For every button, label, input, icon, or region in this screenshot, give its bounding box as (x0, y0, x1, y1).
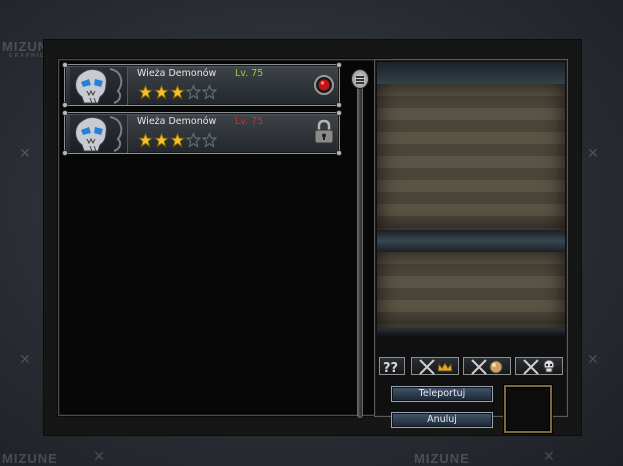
preview-frame-divider (377, 230, 565, 252)
svg-text:??: ?? (383, 361, 398, 376)
dungeon-level: Lv. 75 (235, 116, 264, 127)
crossed-swords-crown-icon (419, 359, 453, 375)
demon-skull-portrait-icon (70, 115, 128, 153)
row-rivet-icon (336, 110, 342, 116)
watermark-logo: MIZUNE (2, 452, 58, 465)
preview-frame-top (377, 62, 565, 84)
row-rivet-icon (336, 62, 342, 68)
difficulty-stars (138, 132, 217, 150)
watermark-cross-icon: ✕ (587, 146, 599, 162)
scroll-thumb[interactable] (351, 69, 369, 89)
row-rivet-icon (62, 62, 68, 68)
star-filled-icon (138, 84, 153, 100)
mode-slot[interactable] (515, 357, 563, 375)
crossed-swords-orb-icon (471, 359, 503, 375)
row-rivet-icon (336, 150, 342, 156)
watermark-cross-icon: ✕ (19, 146, 31, 162)
row-rivet-icon (336, 102, 342, 108)
dungeon-window: Wieża Demonów Lv. 75 Wieża Demonów Lv. 7… (44, 40, 581, 435)
demon-skull-portrait-icon (70, 67, 128, 105)
star-filled-icon (154, 84, 169, 100)
watermark-brand: MIZUNE (414, 451, 470, 466)
mode-slot[interactable] (411, 357, 459, 375)
dungeon-preview-image (377, 252, 565, 328)
reward-item-slot[interactable] (504, 385, 552, 433)
star-empty-icon (202, 84, 217, 100)
star-filled-icon (154, 132, 169, 148)
teleport-button[interactable]: Teleportuj (391, 386, 493, 402)
dungeon-details-panel: ?? Teleportuj Anuluj (374, 59, 568, 433)
thumb-grip-icon (356, 79, 364, 81)
list-scrollbar[interactable] (357, 72, 363, 418)
thumb-grip-icon (356, 82, 364, 84)
dungeon-name: Wieża Demonów (137, 68, 217, 79)
watermark-cross-icon: ✕ (587, 352, 599, 368)
thumb-grip-icon (356, 76, 364, 78)
row-rivet-icon (62, 102, 68, 108)
star-filled-icon (138, 132, 153, 148)
dungeon-list-item[interactable]: Wieża Demonów Lv. 75 (62, 110, 342, 156)
cancel-button[interactable]: Anuluj (391, 412, 493, 428)
crossed-swords-skull-icon (523, 359, 555, 375)
dungeon-list-item[interactable]: Wieża Demonów Lv. 75 (62, 62, 342, 108)
watermark-logo: MIZUNE (414, 452, 470, 465)
padlock-icon (314, 119, 334, 144)
star-empty-icon (202, 132, 217, 148)
star-filled-icon (170, 84, 185, 100)
dungeon-level: Lv. 75 (235, 68, 264, 79)
difficulty-stars (138, 84, 217, 102)
watermark-cross-icon: ✕ (543, 449, 555, 465)
dungeon-list-panel: Wieża Demonów Lv. 75 Wieża Demonów Lv. 7… (58, 59, 390, 416)
watermark-brand: MIZUNE (2, 451, 58, 466)
question-marks-icon: ?? (383, 361, 398, 376)
row-rivet-icon (62, 110, 68, 116)
mode-slot[interactable] (463, 357, 511, 375)
preview-frame-bottom (377, 328, 565, 336)
unknown-reward-slot[interactable]: ?? (379, 357, 405, 376)
star-empty-icon (186, 84, 201, 100)
star-empty-icon (186, 132, 201, 148)
dungeon-name: Wieża Demonów (137, 116, 217, 127)
watermark-cross-icon: ✕ (93, 449, 105, 465)
watermark-cross-icon: ✕ (19, 352, 31, 368)
row-rivet-icon (62, 150, 68, 156)
available-orb-icon (314, 75, 334, 95)
dungeon-preview-image (377, 84, 565, 230)
star-filled-icon (170, 132, 185, 148)
